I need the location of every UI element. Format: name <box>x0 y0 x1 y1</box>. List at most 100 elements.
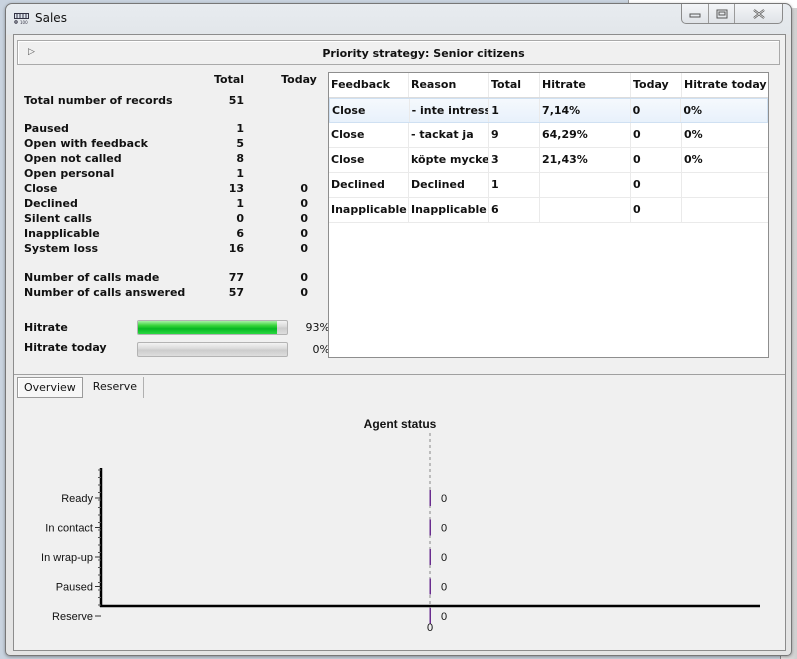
stat-label: Inapplicable <box>24 227 100 240</box>
header-today: Today <box>281 73 317 86</box>
header-total: Total <box>213 73 245 86</box>
strategy-header: ▷ Priority strategy: Senior citizens <box>17 40 780 65</box>
hitrate-value: 93% <box>305 321 330 334</box>
stat-row: Number of calls made 77 0 <box>24 271 324 286</box>
stat-total: 77 <box>228 271 244 284</box>
client-area: ▷ Priority strategy: Senior citizens Tot… <box>13 34 786 651</box>
table-header: Feedback Reason Total Hitrate Today Hitrate t… <box>329 73 768 98</box>
window-controls <box>681 4 783 24</box>
tab-overview[interactable]: Overview <box>17 377 83 398</box>
stat-label: Paused <box>24 122 69 135</box>
table-cell <box>540 173 631 197</box>
table-cell: 1 <box>489 173 540 197</box>
stats-header: Total Today <box>24 73 324 88</box>
status-bar <box>429 490 431 506</box>
stat-total: 5 <box>236 137 244 150</box>
hitrate-progress-fill <box>138 321 277 334</box>
table-cell: Close <box>329 123 409 147</box>
stat-total: 51 <box>228 94 244 107</box>
table-cell: 0% <box>684 153 703 166</box>
table-cell: 7,14% <box>540 99 631 122</box>
table-row[interactable]: Close köpte mycket 3 21,43% 0 0% <box>329 148 768 173</box>
table-row[interactable]: Inapplicable Inapplicable 6 0 <box>329 198 768 223</box>
table-cell: 6 <box>489 198 540 222</box>
table-cell: 0 <box>631 123 682 147</box>
tab-reserve[interactable]: Reserve <box>87 377 145 398</box>
title-bar[interactable]: 100 Sales <box>6 4 791 34</box>
table-cell: - inte intresse <box>410 99 490 122</box>
column-header[interactable]: Reason <box>409 73 489 97</box>
hitrate-today-label: Hitrate today <box>24 341 107 354</box>
table-cell: Declined <box>409 173 489 197</box>
stat-total: 16 <box>228 242 244 255</box>
column-header[interactable]: Today <box>631 73 682 97</box>
stat-row: Paused 1 <box>24 122 324 137</box>
stat-today: 0 <box>300 182 308 195</box>
table-row[interactable]: Close- inte intresse17,14%00% <box>329 98 768 123</box>
table-cell <box>682 198 768 222</box>
window-title: Sales <box>35 11 67 25</box>
stat-total: 6 <box>236 227 244 240</box>
stat-row: Open personal 1 <box>24 167 324 182</box>
table-row[interactable]: Close - tackat ja 9 64,29% 0 0% <box>329 123 768 148</box>
table-cell: 0 <box>631 173 682 197</box>
splitter[interactable] <box>14 374 785 375</box>
stat-today: 0 <box>300 197 308 210</box>
stat-row: Declined 1 0 <box>24 197 324 212</box>
table-cell: Close <box>329 148 409 172</box>
table-cell: Inapplicable <box>409 198 489 222</box>
category-label: Ready <box>61 493 93 505</box>
column-header[interactable]: Feedback <box>329 73 409 97</box>
stat-row: Inapplicable 6 0 <box>24 227 324 242</box>
stat-label: Number of calls made <box>24 271 160 284</box>
table-row[interactable]: Declined Declined 1 0 <box>329 173 768 198</box>
stat-total: 1 <box>236 167 244 180</box>
hitrate-today-row: Hitrate today 0% <box>24 341 330 357</box>
stat-label: Declined <box>24 197 78 210</box>
agent-status-chart-svg: Agent status Ready 0 In contact 0 In wrap-up 0… <box>41 417 760 634</box>
tab-bar: Overview Reserve <box>17 377 145 399</box>
stat-row: Open with feedback 5 <box>24 137 324 152</box>
sales-window: 100 Sales ▷ Priority strategy: Senior ci… <box>5 3 792 656</box>
chart-title: Agent status <box>364 417 437 431</box>
bar-data-label: 0 <box>441 552 447 564</box>
x-tick-label: 0 <box>427 622 433 634</box>
table-cell: 0 <box>631 148 682 172</box>
table-cell: 3 <box>489 148 540 172</box>
status-bar <box>429 519 431 536</box>
stat-total: 1 <box>236 197 244 210</box>
table-cell: Close <box>330 99 410 122</box>
maximize-button[interactable] <box>709 4 735 23</box>
stat-total: 1 <box>236 122 244 135</box>
app-icon: 100 <box>14 13 29 24</box>
category-label: In contact <box>45 523 93 535</box>
close-icon <box>752 8 765 19</box>
stat-total: 8 <box>236 152 244 165</box>
hitrate-today-progress-bar <box>137 342 288 357</box>
stat-row: Open not called 8 <box>24 152 324 167</box>
minimize-button[interactable] <box>682 4 709 23</box>
bar-data-label: 0 <box>441 493 447 505</box>
close-button[interactable] <box>735 4 782 23</box>
stat-label: Open personal <box>24 167 115 180</box>
status-bar <box>429 549 431 565</box>
column-header[interactable]: Hitrate <box>540 73 631 97</box>
stat-total: 13 <box>228 182 244 195</box>
strategy-title: Priority strategy: Senior citizens <box>322 47 525 60</box>
table-cell: 64,29% <box>540 123 631 147</box>
stat-row: System loss 16 0 <box>24 242 324 257</box>
hitrate-today-value: 0% <box>312 343 330 356</box>
bar-data-label: 0 <box>441 611 447 623</box>
column-header[interactable]: Total <box>489 73 540 97</box>
stat-label: Open with feedback <box>24 137 148 150</box>
table-cell: 0 <box>631 99 682 122</box>
table-cell: köpte mycket <box>409 148 489 172</box>
category-label: In wrap-up <box>41 552 93 564</box>
maximize-icon <box>716 9 727 18</box>
column-header[interactable]: Hitrate today <box>682 73 768 97</box>
table-cell <box>540 198 631 222</box>
table-cell: 0 <box>631 198 682 222</box>
stat-row: Silent calls 0 0 <box>24 212 324 227</box>
stat-label: Open not called <box>24 152 122 165</box>
stat-label: Number of calls answered <box>24 286 186 299</box>
